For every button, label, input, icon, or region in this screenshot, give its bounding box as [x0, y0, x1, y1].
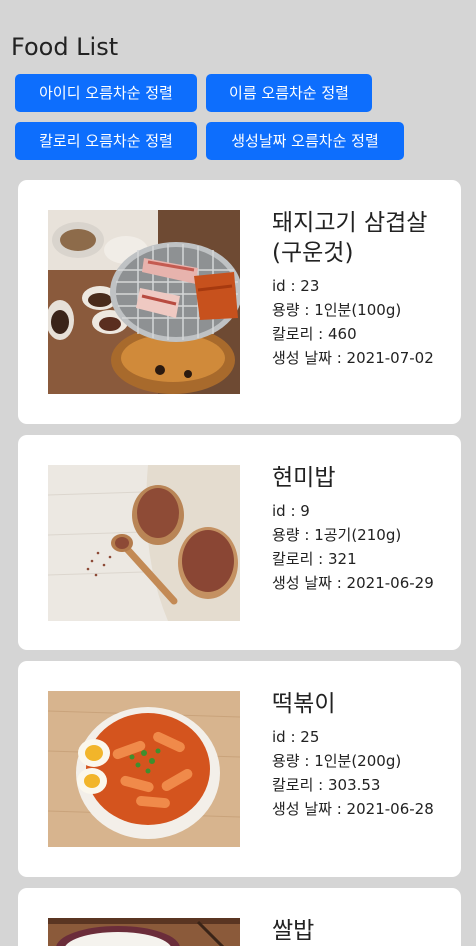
- food-calorie: 칼로리 : 460: [272, 325, 357, 343]
- sort-by-date-button[interactable]: 생성날짜 오름차순 정렬: [206, 122, 404, 160]
- food-created-date: 생성 날짜 : 2021-06-29: [272, 574, 434, 592]
- food-name: 쌀밥: [272, 918, 315, 944]
- food-amount: 용량 : 1인분(200g): [272, 752, 402, 770]
- food-created-date: 생성 날짜 : 2021-06-28: [272, 800, 434, 818]
- sort-by-calorie-button[interactable]: 칼로리 오름차순 정렬: [15, 122, 197, 160]
- food-id: id : 25: [272, 728, 320, 746]
- food-list-page: Food List 아이디 오름차순 정렬 이름 오름차순 정렬 칼로리 오름차…: [0, 0, 476, 946]
- food-calorie: 칼로리 : 303.53: [272, 776, 381, 794]
- food-info: 떡볶이 id : 25 용량 : 1인분(200g) 칼로리 : 303.53 …: [272, 689, 434, 821]
- food-info: 돼지고기 삼겹살(구운것) id : 23 용량 : 1인분(100g) 칼로리…: [272, 208, 434, 370]
- sort-by-id-button[interactable]: 아이디 오름차순 정렬: [15, 74, 197, 112]
- food-info: 현미밥 id : 9 용량 : 1공기(210g) 칼로리 : 321 생성 날…: [272, 463, 434, 595]
- food-name: 현미밥: [272, 465, 336, 491]
- food-amount: 용량 : 1공기(210g): [272, 526, 402, 544]
- food-name: 돼지고기 삼겹살(구운것): [272, 210, 428, 266]
- food-card[interactable]: 쌀밥: [18, 888, 461, 946]
- food-calorie: 칼로리 : 321: [272, 550, 357, 568]
- food-card[interactable]: 현미밥 id : 9 용량 : 1공기(210g) 칼로리 : 321 생성 날…: [18, 435, 461, 650]
- page-title: Food List: [11, 33, 119, 61]
- food-card[interactable]: 돼지고기 삼겹살(구운것) id : 23 용량 : 1인분(100g) 칼로리…: [18, 180, 461, 424]
- grilled-pork-belly-photo: [48, 210, 240, 394]
- brown-rice-photo: [48, 465, 240, 621]
- white-rice-photo: [48, 918, 240, 946]
- food-name: 떡볶이: [272, 691, 336, 717]
- tteokbokki-photo: [48, 691, 240, 847]
- food-id: id : 9: [272, 502, 310, 520]
- food-amount: 용량 : 1인분(100g): [272, 301, 402, 319]
- food-info: 쌀밥: [272, 916, 434, 946]
- food-card[interactable]: 떡볶이 id : 25 용량 : 1인분(200g) 칼로리 : 303.53 …: [18, 661, 461, 877]
- sort-by-name-button[interactable]: 이름 오름차순 정렬: [206, 74, 372, 112]
- food-id: id : 23: [272, 277, 320, 295]
- food-created-date: 생성 날짜 : 2021-07-02: [272, 349, 434, 367]
